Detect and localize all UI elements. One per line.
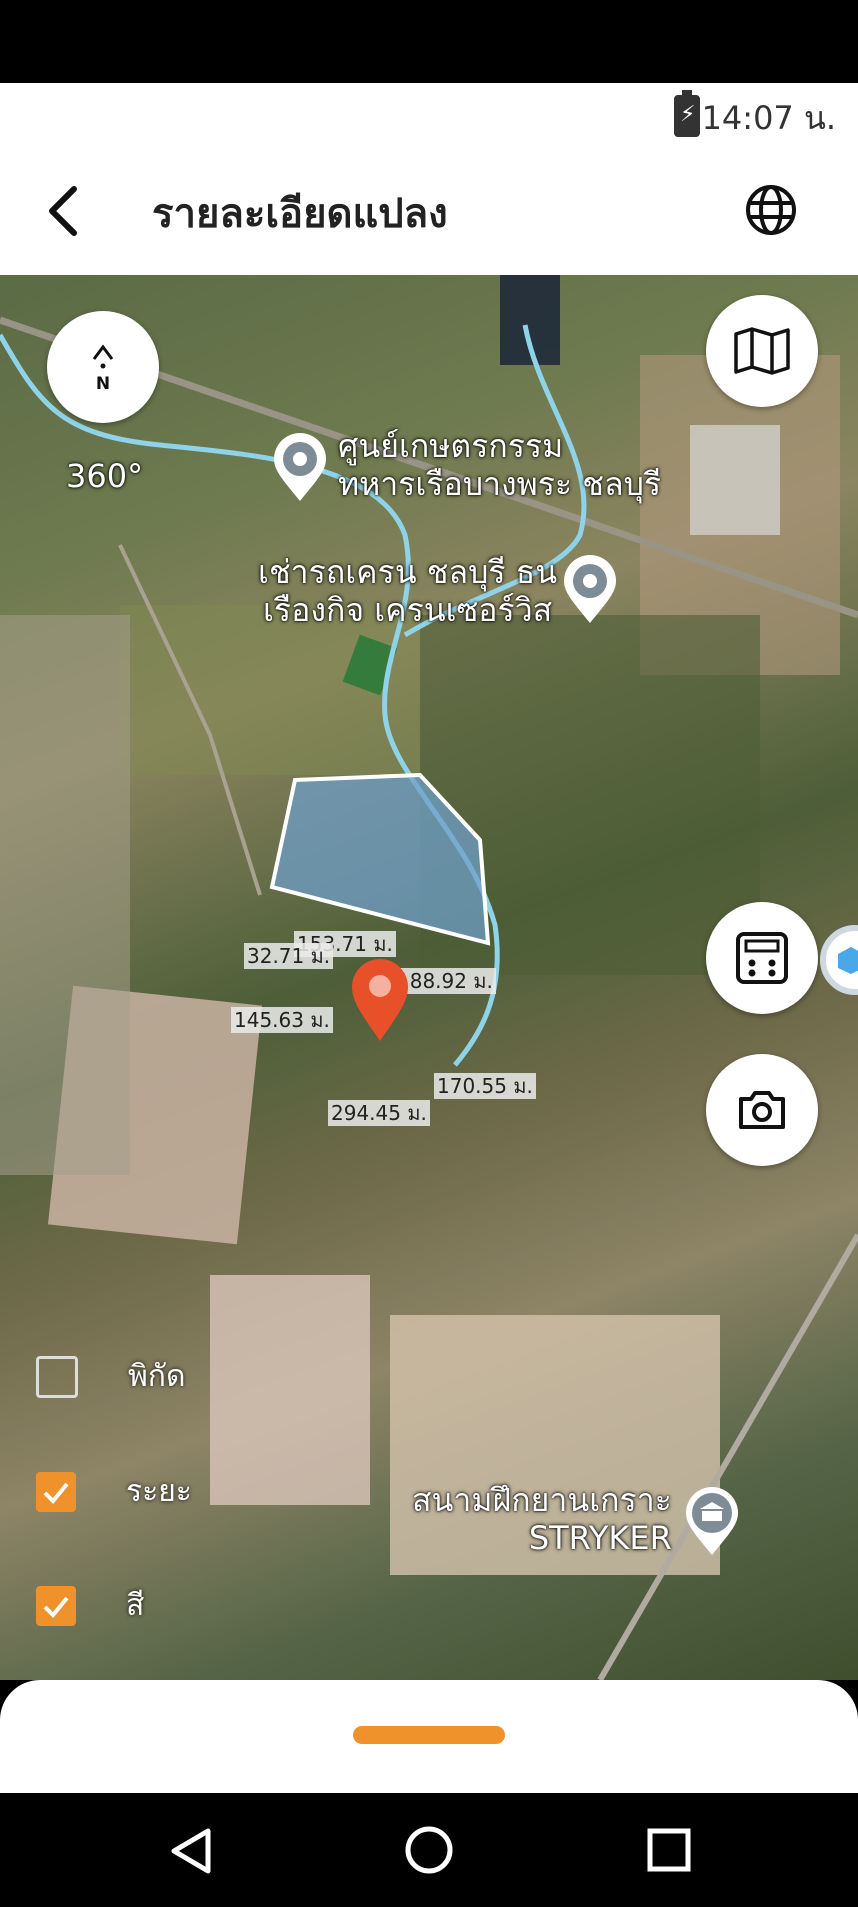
map-type-button[interactable] [706,295,818,407]
distance-label: 145.63 ม. [231,1007,333,1033]
nav-recents-icon[interactable] [646,1827,692,1873]
folded-map-icon [734,327,790,375]
status-bar: ⚡ 14:07 น. [0,83,858,143]
nav-back-icon[interactable] [168,1827,214,1875]
distance-label: 32.71 ม. [244,943,334,969]
cube-icon [838,947,858,974]
option-label: พิกัด [128,1359,186,1394]
battery-charging-icon: ⚡ [674,90,700,137]
option-coordinates[interactable]: พิกัด [36,1353,185,1400]
poi-label-agriculture-center: ศูนย์เกษตรกรรม ทหารเรือบางพระ ชลบุรี [338,427,662,503]
checkmark-icon [43,1596,69,1618]
option-color[interactable]: สี [36,1582,144,1629]
satellite-map[interactable]: N 360° ศูนย์เกษตรกรรม ทหารเรือบางพระ ชลบ… [0,275,858,1680]
option-label: สี [126,1588,145,1623]
calculator-icon [736,932,788,984]
poi-marker-icon[interactable] [562,555,618,625]
compass-label: N [96,374,110,393]
poi-label-tank-training-field: สนามฝึกยานเกราะ STRYKER [412,1481,672,1557]
poi-marker-icon[interactable] [272,433,328,503]
calculator-button[interactable] [706,902,818,1014]
poi-label-crane-rental: เช่ารถเครน ชลบุรี ธน เรืองกิจ เครนเซอร์ว… [258,553,558,629]
camera-icon [739,1091,785,1129]
distance-label: 294.45 ม. [328,1100,430,1126]
checkbox-checked[interactable] [36,1471,76,1512]
globe-icon[interactable] [742,181,800,239]
option-distance[interactable]: ระยะ [36,1468,192,1515]
option-label: ระยะ [126,1474,192,1509]
nav-home-icon[interactable] [404,1825,454,1875]
system-nav-bar [0,1793,858,1907]
checkmark-icon [43,1482,69,1504]
checkbox-checked[interactable] [36,1585,76,1626]
distance-label: 170.55 ม. [434,1073,536,1099]
checkbox-unchecked[interactable] [36,1355,78,1398]
plot-location-pin-icon[interactable] [348,955,412,1043]
camera-button[interactable] [706,1054,818,1166]
compass-north-icon: N [92,344,114,393]
back-arrow-icon[interactable] [40,183,90,239]
compass-button[interactable]: N [47,311,159,423]
sheet-drag-handle[interactable] [353,1726,505,1744]
status-time: 14:07 น. [701,99,836,137]
landmark-marker-icon[interactable] [684,1487,740,1557]
page-title: รายละเอียดแปลง [152,191,448,237]
compass-degrees: 360° [66,457,144,495]
bottom-sheet[interactable] [0,1680,858,1793]
app-header: รายละเอียดแปลง [0,143,858,275]
top-black-bar [0,0,858,83]
